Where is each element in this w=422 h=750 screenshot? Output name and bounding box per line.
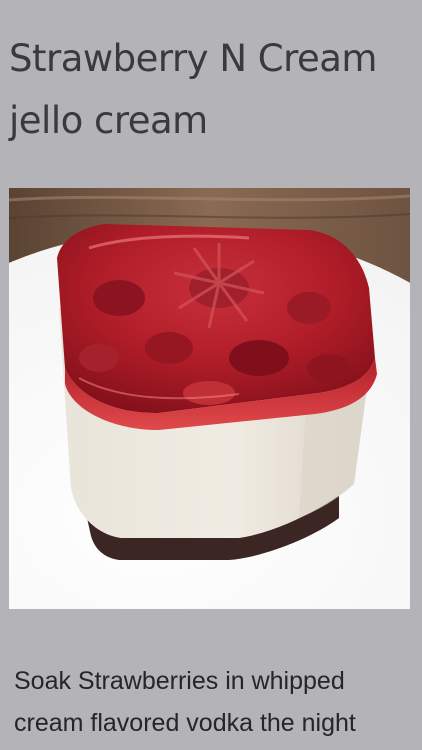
recipe-description: Soak Strawberries in whipped cream flavo…	[14, 667, 356, 737]
dessert-illustration	[9, 188, 410, 609]
recipe-photo	[9, 188, 410, 609]
recipe-title: Strawberry N Cream jello cream	[9, 37, 377, 142]
